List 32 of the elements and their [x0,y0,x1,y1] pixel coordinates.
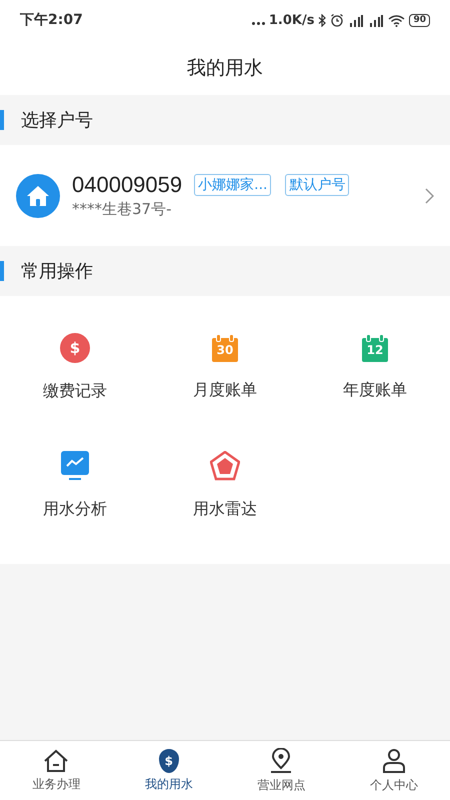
home-icon [43,748,70,772]
battery-indicator: 90 [409,14,430,26]
dollar-coin-icon: $ [60,332,90,362]
action-button[interactable]: 30 月度账单 [150,308,300,426]
signal-icon [348,14,364,26]
action-button[interactable]: 12 年度账单 [300,308,450,426]
water-drop-icon: $ [158,748,179,772]
tab-item[interactable]: 个人中心 [338,741,450,800]
tab-item[interactable]: $ 我的用水 [112,741,225,800]
alarm-icon [330,13,344,27]
person-icon [380,748,407,774]
account-tag: 默认户号 [285,174,350,196]
action-button[interactable]: 用水雷达 [150,426,300,544]
network-speed: 1.0K/s [268,12,314,28]
dots-icon [252,22,265,24]
house-icon [16,174,60,218]
tab-item[interactable]: 营业网点 [225,741,338,800]
section-title: 常用操作 [21,260,93,283]
account-address: ****生巷37号- [72,200,172,219]
page-title: 我的用水 [187,56,263,80]
action-button[interactable]: 用水分析 [0,426,150,544]
section-title: 选择户号 [21,109,93,132]
action-button[interactable]: $ 缴费记录 [0,308,150,426]
wifi-icon [388,14,406,26]
bluetooth-icon [318,14,326,26]
signal-icon [368,14,384,26]
tab-item[interactable]: 业务办理 [0,741,112,800]
account-tag: 小娜娜家... [194,174,272,196]
account-number: 040009059 [72,172,182,198]
status-time: 下午2:07 [20,11,83,29]
account-card[interactable]: 040009059 小娜娜家... 默认户号 ****生巷37号- [0,145,450,246]
chevron-right-icon [425,188,434,204]
